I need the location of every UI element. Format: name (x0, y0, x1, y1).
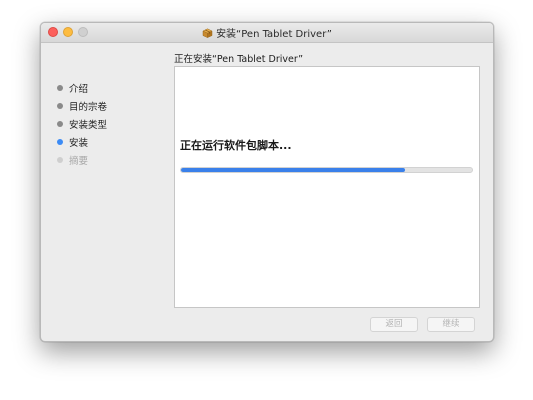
step-label: 介绍 (69, 84, 89, 95)
step-item-summary: 摘要 (55, 152, 170, 170)
window-title: 安装“Pen Tablet Driver” (216, 29, 332, 40)
package-icon (202, 28, 213, 38)
progress-bar (180, 167, 473, 173)
step-dot-icon (57, 157, 63, 163)
back-button[interactable]: 返回 (370, 317, 418, 332)
installer-window: 安装“Pen Tablet Driver” 正在安装“Pen Tablet Dr… (40, 22, 494, 342)
page-heading: 正在安装“Pen Tablet Driver” (174, 54, 304, 65)
step-item-install-type: 安装类型 (55, 116, 170, 134)
step-item-destination: 目的宗卷 (55, 98, 170, 116)
title-bar[interactable]: 安装“Pen Tablet Driver” (41, 23, 493, 43)
step-dot-icon (57, 139, 63, 145)
steps-sidebar: 介绍 目的宗卷 安装类型 安装 摘要 (55, 80, 170, 170)
content-panel: 正在运行软件包脚本... (174, 66, 480, 308)
step-dot-icon (57, 85, 63, 91)
progress-fill (181, 168, 406, 172)
step-item-install: 安装 (55, 134, 170, 152)
step-label: 安装类型 (69, 120, 108, 131)
status-text: 正在运行软件包脚本... (180, 139, 292, 152)
window-title-wrap: 安装“Pen Tablet Driver” (41, 25, 493, 40)
continue-button[interactable]: 继续 (427, 317, 475, 332)
step-label: 目的宗卷 (69, 102, 108, 113)
step-dot-icon (57, 121, 63, 127)
step-label: 摘要 (69, 156, 89, 167)
step-dot-icon (57, 103, 63, 109)
step-item-intro: 介绍 (55, 80, 170, 98)
step-label: 安装 (69, 138, 89, 149)
